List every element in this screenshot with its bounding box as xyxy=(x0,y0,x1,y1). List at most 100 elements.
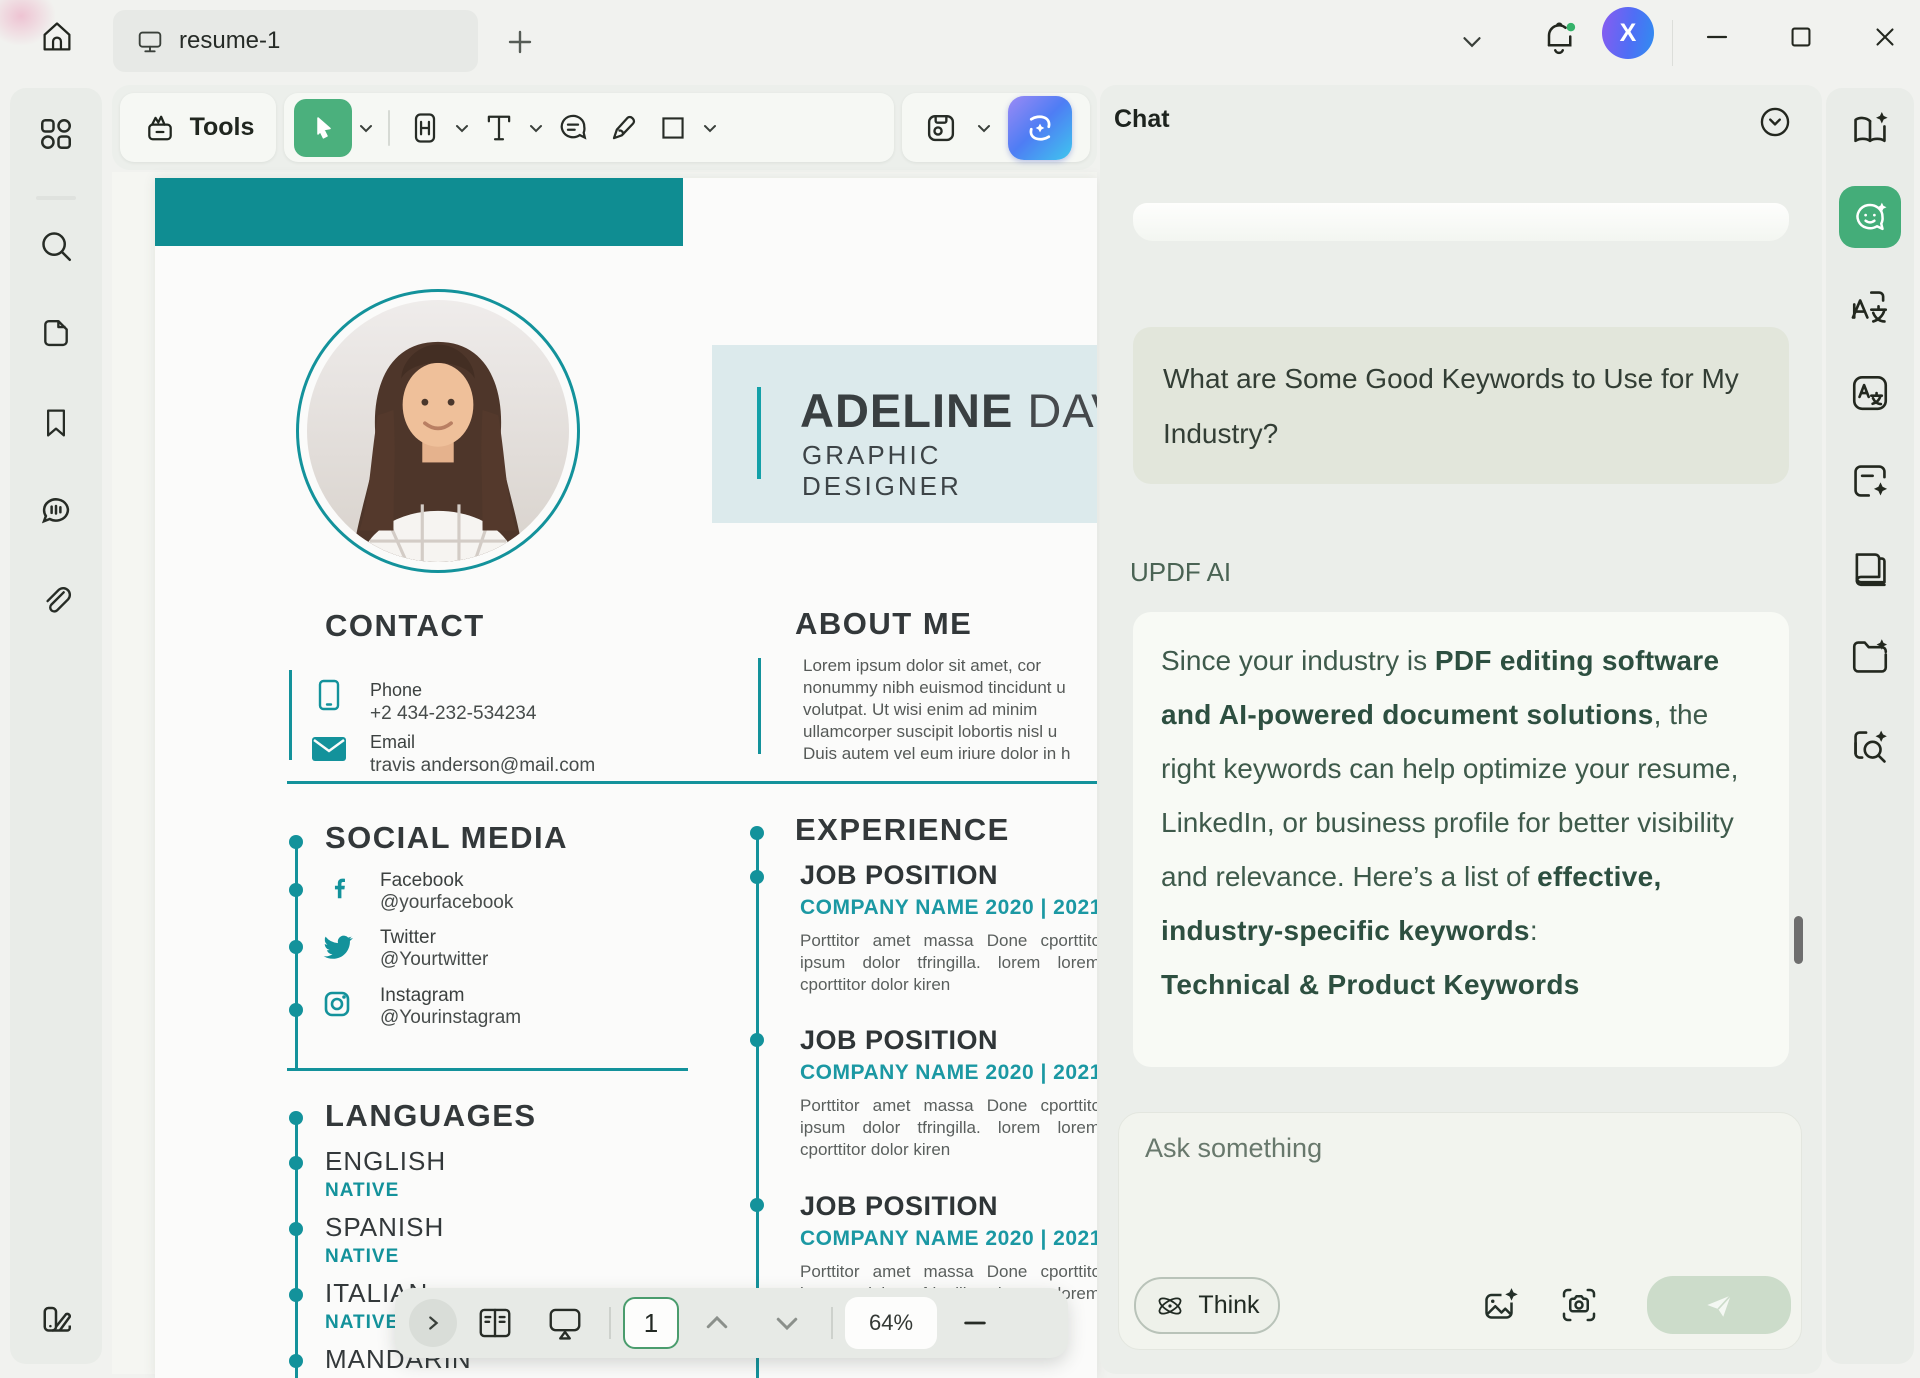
sidebar-item-search[interactable] xyxy=(10,216,102,276)
ai-assistant-button[interactable] xyxy=(1008,96,1072,160)
sidebar-item-ai-reader[interactable] xyxy=(1826,96,1914,162)
chat-input[interactable] xyxy=(1145,1133,1765,1263)
tools-button[interactable]: Tools xyxy=(120,93,276,162)
screenshot-button[interactable] xyxy=(1555,1281,1603,1329)
sidebar-divider xyxy=(36,196,76,200)
social-handle: @Yourtwitter xyxy=(380,949,488,971)
sidebar-item-ai-translate[interactable] xyxy=(1826,274,1914,340)
stamp-save-button[interactable] xyxy=(918,99,964,157)
next-page-button[interactable] xyxy=(755,1296,819,1350)
comment-tool-button[interactable] xyxy=(550,99,596,157)
sidebar-item-tools-grid[interactable] xyxy=(10,104,102,164)
chat-history-button[interactable] xyxy=(1750,97,1800,147)
sidebar-item-ai-search[interactable] xyxy=(1826,714,1914,780)
search-icon xyxy=(36,226,76,266)
resume-page[interactable]: ADELINE DAVI GRAPHIC DESIGNER CONTACT Ph… xyxy=(155,178,1097,1378)
stamp-tool-dropdown[interactable] xyxy=(974,120,994,136)
sidebar-item-attachments[interactable] xyxy=(10,570,102,630)
sidebar-item-bookmarks[interactable] xyxy=(10,393,102,453)
job-company: COMPANY NAME 2020 | 2021 xyxy=(800,896,1097,920)
timeline-dot xyxy=(289,1288,303,1302)
home-button[interactable] xyxy=(32,12,82,62)
cursor-icon xyxy=(307,112,339,144)
ai-message-bubble: Since your industry is PDF editing softw… xyxy=(1133,612,1789,1067)
two-page-view-button[interactable] xyxy=(463,1296,527,1350)
paper-plane-icon xyxy=(1702,1288,1736,1322)
social-timeline-line xyxy=(295,842,298,1068)
tools-label: Tools xyxy=(190,113,255,142)
chevron-down-icon xyxy=(772,1308,802,1338)
page-number: 1 xyxy=(644,1308,658,1339)
present-button[interactable] xyxy=(533,1296,597,1350)
phone-value: +2 434-232-534234 xyxy=(370,703,536,725)
toolbar-divider xyxy=(388,110,390,146)
tab-title: resume-1 xyxy=(179,27,280,55)
sidebar-item-swatches[interactable] xyxy=(10,1288,102,1348)
profile-photo xyxy=(296,289,580,573)
book-sparkle-icon xyxy=(1849,108,1891,150)
experience-heading: EXPERIENCE xyxy=(795,812,1010,848)
save-icon xyxy=(922,109,960,147)
ai-logo-icon xyxy=(1020,108,1060,148)
chevron-right-icon xyxy=(422,1312,444,1334)
close-button[interactable] xyxy=(1860,12,1910,62)
text-tool-button[interactable] xyxy=(476,99,522,157)
plus-icon xyxy=(504,26,536,58)
send-button[interactable] xyxy=(1647,1276,1791,1334)
text-tool-icon xyxy=(481,110,517,146)
pagebar-divider xyxy=(831,1307,833,1339)
page-number-box[interactable]: 1 xyxy=(623,1297,679,1349)
apps-grid-icon xyxy=(36,114,76,154)
heading-tool-button[interactable] xyxy=(402,99,448,157)
sidebar-item-ai-translate-doc[interactable] xyxy=(1826,360,1914,426)
attachment-icon xyxy=(37,581,75,619)
insert-image-button[interactable] xyxy=(1475,1281,1523,1329)
minimize-button[interactable] xyxy=(1692,12,1742,62)
maximize-button[interactable] xyxy=(1776,12,1826,62)
select-tool-dropdown[interactable] xyxy=(356,120,376,136)
sidebar-item-ai-note[interactable] xyxy=(1826,448,1914,514)
pen-tool-button[interactable] xyxy=(600,99,646,157)
timeline-dot xyxy=(289,1111,303,1125)
social-name: Instagram xyxy=(380,985,464,1007)
document-tab[interactable]: resume-1 xyxy=(113,10,478,72)
sidebar-item-ai-chat-active[interactable] xyxy=(1839,186,1901,248)
minimize-icon xyxy=(1701,21,1733,53)
sidebar-item-comments[interactable] xyxy=(10,481,102,541)
user-message-bubble: What are Some Good Keywords to Use for M… xyxy=(1133,327,1789,484)
chevron-down-icon xyxy=(1457,27,1487,57)
ai-chat-panel: Chat What are Some Good Keywords to Use … xyxy=(1100,85,1822,1374)
home-icon xyxy=(39,19,75,55)
think-mode-button[interactable]: Think xyxy=(1134,1277,1280,1334)
sidebar-item-reader[interactable] xyxy=(1826,536,1914,602)
select-tool-button[interactable] xyxy=(294,99,352,157)
chat-scrollbar-thumb[interactable] xyxy=(1794,916,1803,964)
notifications-button[interactable] xyxy=(1534,10,1584,68)
collapse-chat-button[interactable] xyxy=(1452,24,1492,60)
right-sidebar xyxy=(1826,88,1914,1364)
text-tool-dropdown[interactable] xyxy=(526,120,546,136)
expand-pagebar-button[interactable] xyxy=(409,1299,457,1347)
phone-icon xyxy=(315,678,343,712)
note-sparkle-icon xyxy=(1849,460,1891,502)
sidebar-item-pages[interactable] xyxy=(10,303,102,363)
zoom-out-button[interactable] xyxy=(943,1296,1007,1350)
heading-tool-dropdown[interactable] xyxy=(452,120,472,136)
shape-tool-dropdown[interactable] xyxy=(700,120,720,136)
book-icon xyxy=(1849,548,1891,590)
square-shape-icon xyxy=(656,111,690,145)
folder-sparkle-icon xyxy=(1849,636,1891,678)
timeline-dot xyxy=(750,1033,764,1047)
previous-page-button[interactable] xyxy=(685,1296,749,1350)
ai-message-text: Since your industry is PDF editing softw… xyxy=(1161,634,1761,958)
timeline-dot xyxy=(289,1003,303,1017)
zoom-level-button[interactable]: 64% xyxy=(845,1297,937,1349)
email-value: travis anderson@mail.com xyxy=(370,755,595,777)
shape-tool-button[interactable] xyxy=(650,99,696,157)
email-label: Email xyxy=(370,732,415,753)
heading-tool-icon xyxy=(407,110,443,146)
new-tab-button[interactable] xyxy=(498,20,542,64)
user-avatar[interactable]: X xyxy=(1602,7,1654,59)
bookmark-icon xyxy=(38,405,74,441)
sidebar-item-ai-folder[interactable] xyxy=(1826,624,1914,690)
